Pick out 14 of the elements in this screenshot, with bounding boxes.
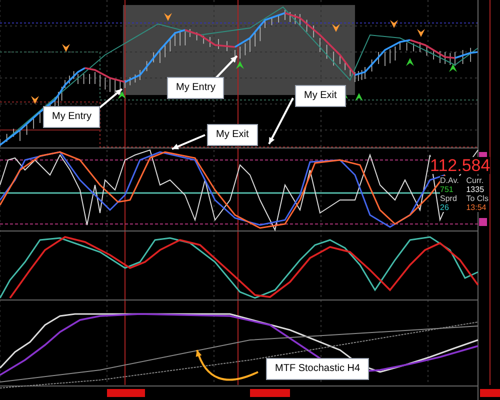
callout-label: My Exit: [207, 124, 258, 146]
callout-label: My Entry: [43, 106, 100, 128]
readout-value: To Cls: [466, 194, 488, 203]
readout-value: Sprd: [440, 194, 458, 203]
readout-value: 1335: [466, 185, 486, 194]
callout-label: MTF Stochastic H4: [266, 358, 370, 380]
readout-value: 26: [440, 203, 450, 212]
readout-value: 751: [440, 185, 454, 194]
callout-label: My Exit: [295, 85, 346, 107]
price-readout: 112.584: [430, 157, 490, 174]
readout-value: D.Av.: [440, 176, 460, 185]
readout-value: Curr.: [466, 176, 485, 185]
readout-value: 13:54: [466, 203, 488, 212]
callout-label: My Entry: [167, 77, 224, 99]
